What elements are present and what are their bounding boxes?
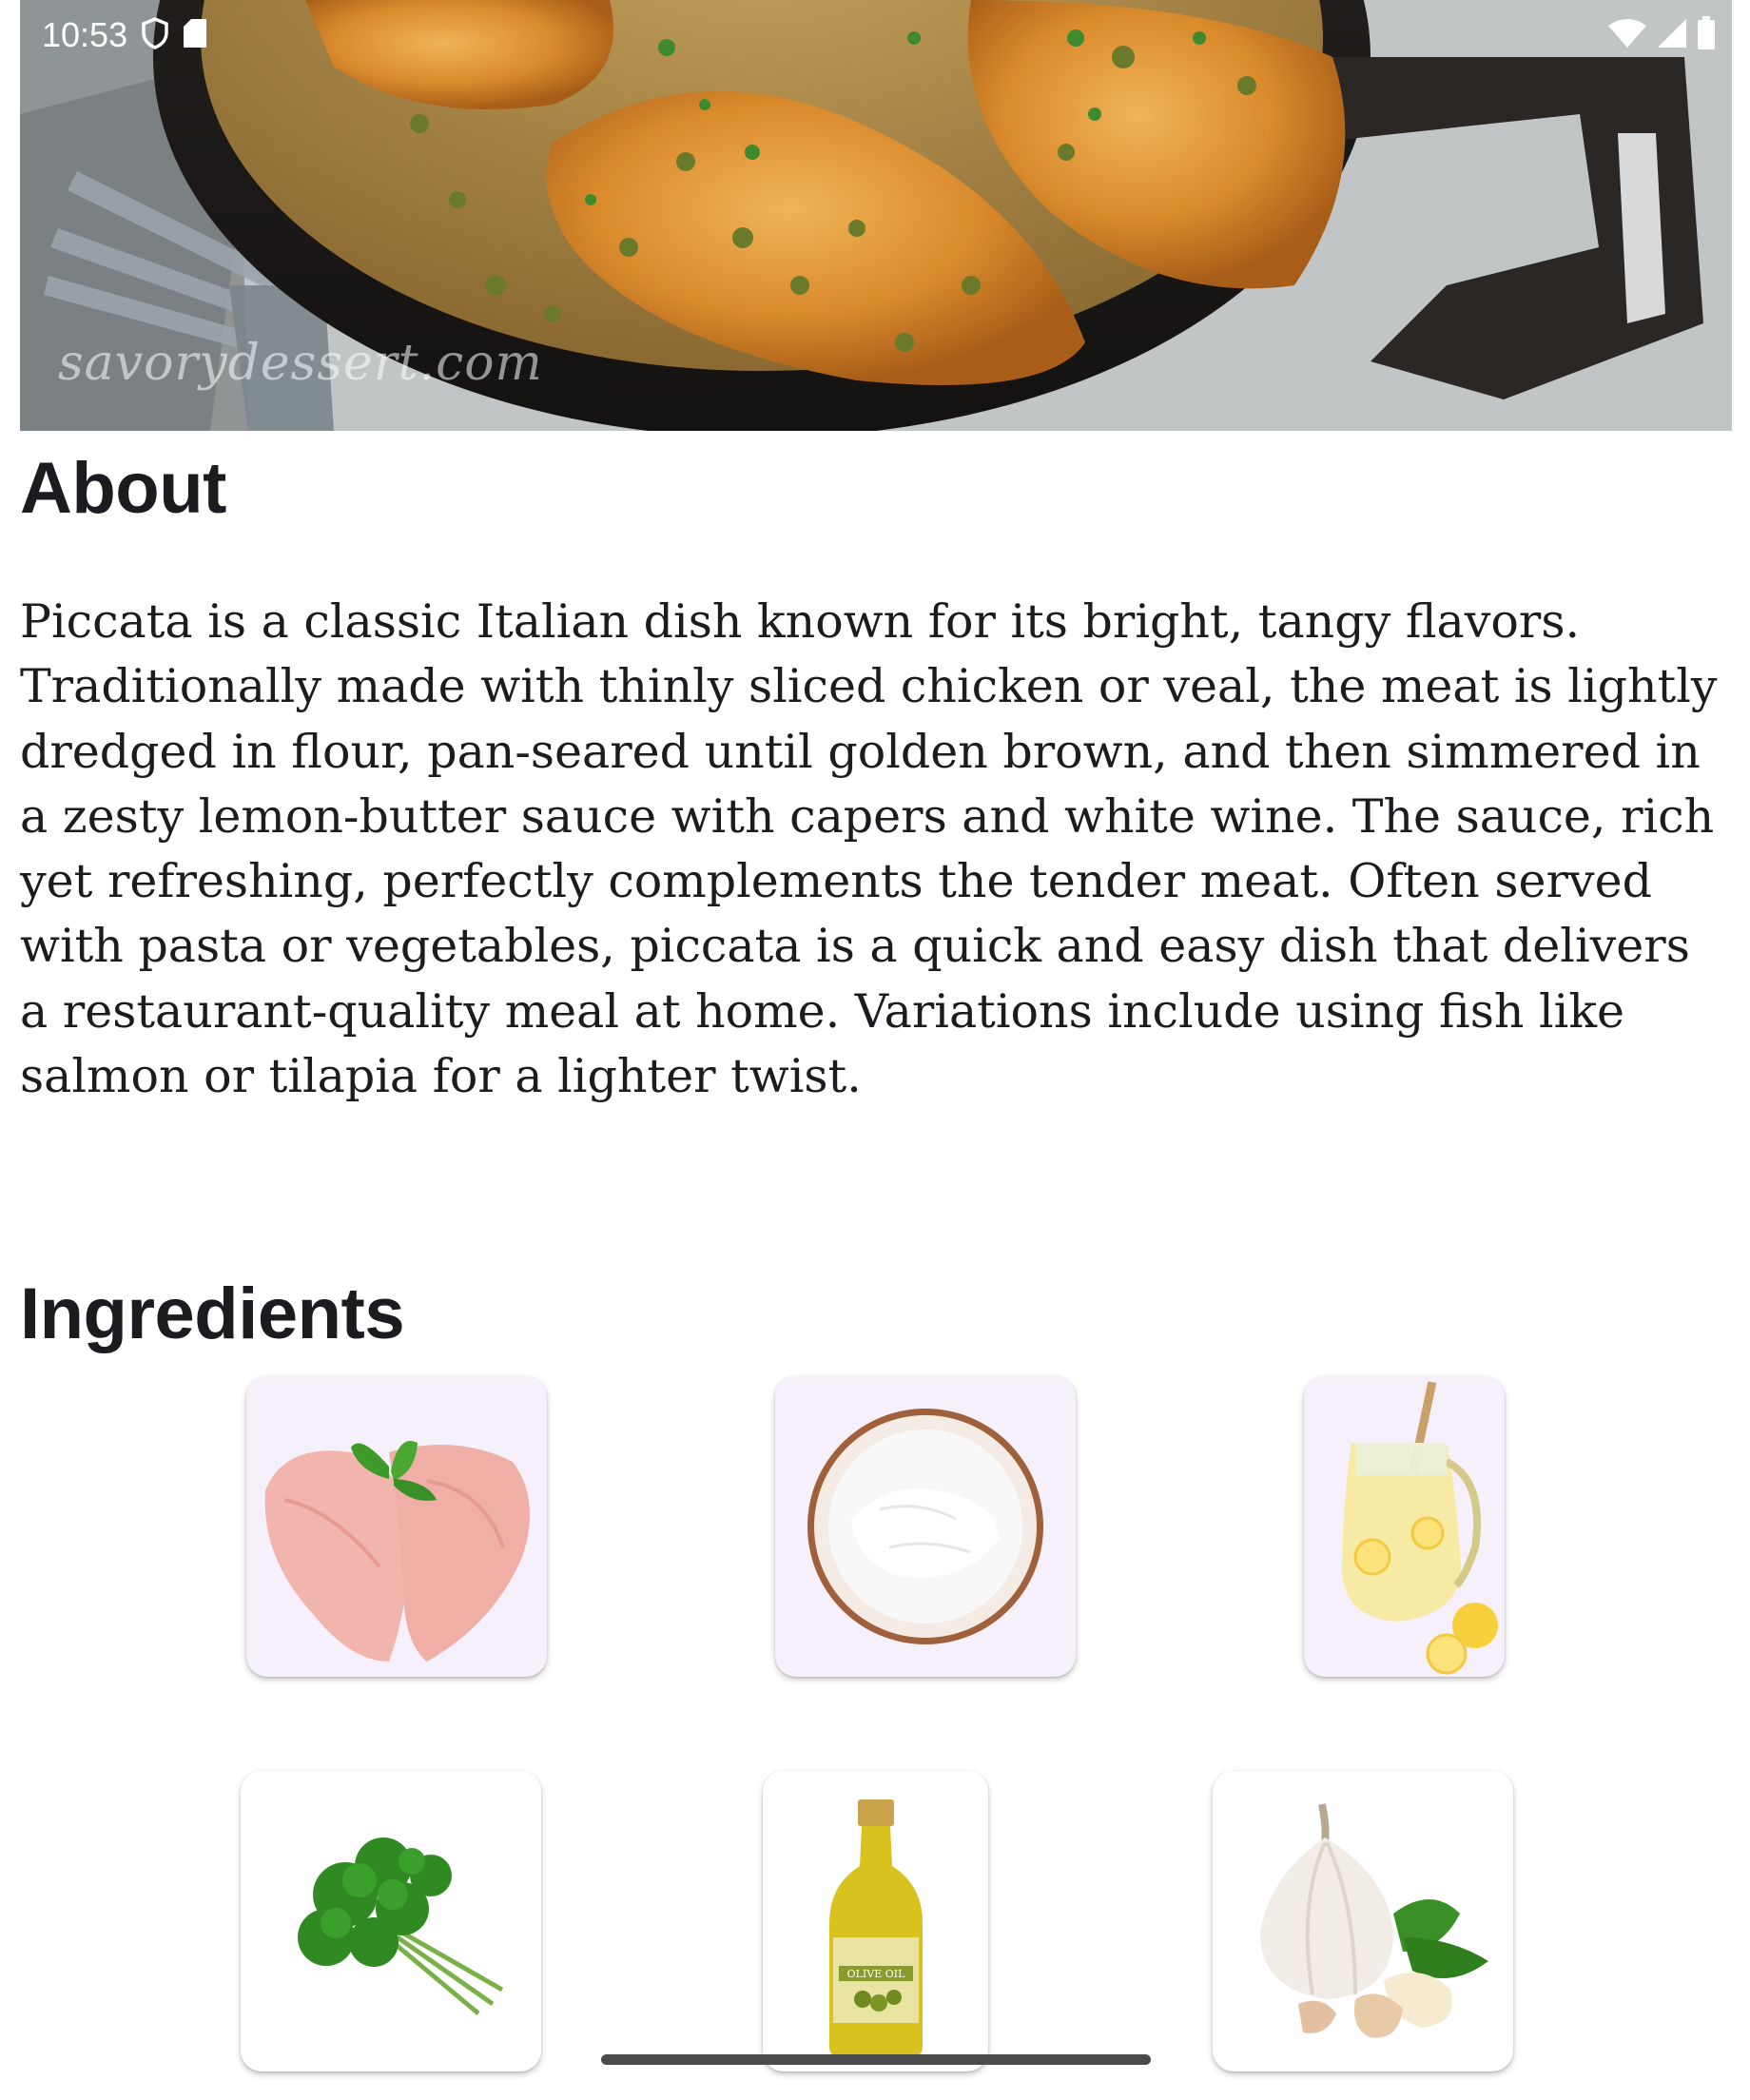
garlic-bulb-image bbox=[1260, 1803, 1488, 2038]
hero-watermark: savorydessert.com bbox=[58, 335, 543, 392]
ingredient-card-garlic[interactable] bbox=[1213, 1771, 1513, 2071]
status-bar: 10:53 bbox=[0, 0, 1750, 70]
about-description: Piccata is a classic Italian dish known … bbox=[20, 594, 1718, 1104]
ingredient-card-lemon-juice[interactable] bbox=[1304, 1376, 1505, 1677]
status-time: 10:53 bbox=[42, 15, 128, 54]
parsley-bunch-image bbox=[298, 1838, 504, 2015]
about-heading: About bbox=[20, 448, 226, 529]
olive-oil-bottle-image: OLIVE OIL bbox=[829, 1799, 923, 2056]
wifi-icon bbox=[1607, 18, 1647, 53]
olive-oil-label: OLIVE OIL bbox=[847, 1968, 906, 1980]
lemon-juice-pitcher-image bbox=[1342, 1381, 1498, 1675]
ingredient-card-chicken[interactable] bbox=[246, 1376, 547, 1677]
chicken-breast-image bbox=[264, 1441, 530, 1662]
ingredient-card-parsley[interactable] bbox=[241, 1771, 541, 2071]
flour-bowl-image bbox=[807, 1409, 1043, 1644]
shield-icon bbox=[141, 16, 169, 54]
battery-icon bbox=[1697, 15, 1716, 55]
gesture-navigation-bar[interactable] bbox=[601, 2054, 1151, 2065]
recipe-detail-screen: savorydessert.com 10:53 About Piccata is… bbox=[0, 0, 1750, 2100]
ingredient-card-flour[interactable] bbox=[775, 1376, 1076, 1677]
sd-card-icon bbox=[183, 18, 207, 53]
cellular-signal-icon bbox=[1657, 18, 1687, 53]
ingredients-heading: Ingredients bbox=[20, 1274, 405, 1354]
ingredient-card-olive-oil[interactable]: OLIVE OIL bbox=[763, 1771, 988, 2071]
